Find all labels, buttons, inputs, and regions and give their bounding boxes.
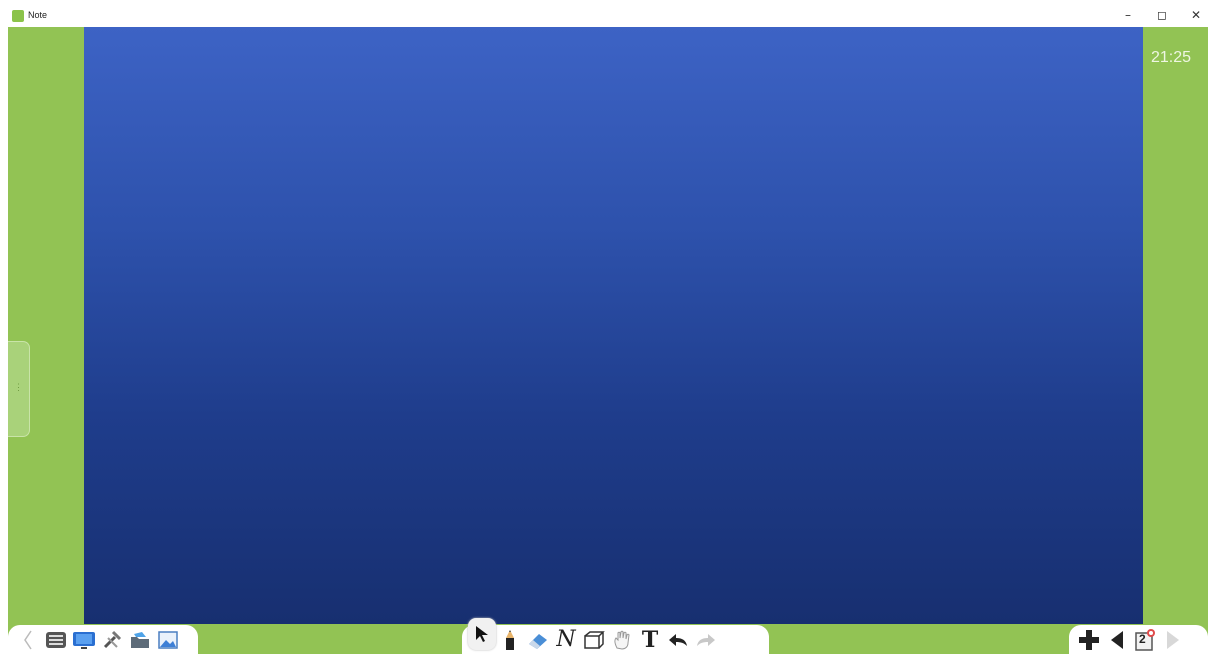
window-title: Note bbox=[28, 10, 48, 20]
maximize-button[interactable]: ◻ bbox=[1152, 6, 1172, 24]
prev-arrow-icon[interactable] bbox=[14, 627, 42, 653]
hand-icon[interactable] bbox=[608, 627, 636, 653]
add-page-icon[interactable] bbox=[1075, 627, 1103, 653]
previous-page-icon[interactable] bbox=[1103, 627, 1131, 653]
select-icon[interactable] bbox=[468, 617, 496, 650]
screen-icon[interactable] bbox=[70, 627, 98, 653]
page-count: 2 bbox=[1139, 631, 1146, 646]
image-gallery-icon[interactable] bbox=[154, 627, 182, 653]
redo-icon[interactable] bbox=[692, 627, 720, 653]
drag-handle-icon: ⋮ bbox=[14, 382, 23, 392]
close-button[interactable]: ✕ bbox=[1186, 6, 1206, 24]
left-toolbar bbox=[8, 625, 198, 654]
title-bar: Note – ◻ ✕ bbox=[0, 0, 1208, 27]
text-icon[interactable]: T bbox=[636, 627, 664, 653]
open-folder-icon[interactable] bbox=[126, 627, 154, 653]
shape-3d-icon[interactable] bbox=[580, 627, 608, 653]
side-panel-handle[interactable]: ⋮ bbox=[8, 341, 30, 437]
drawing-toolbar: N T bbox=[462, 617, 769, 654]
page-toolbar: 2 bbox=[1069, 625, 1208, 654]
undo-icon[interactable] bbox=[664, 627, 692, 653]
curve-icon[interactable]: N bbox=[552, 627, 580, 653]
eraser-icon[interactable] bbox=[524, 627, 552, 653]
app-icon bbox=[12, 10, 24, 22]
pen-icon[interactable] bbox=[496, 627, 524, 653]
page-list-icon[interactable]: 2 bbox=[1131, 627, 1159, 653]
app-area: 21:25 ⋮ N T 2 bbox=[8, 27, 1208, 654]
menu-icon[interactable] bbox=[42, 627, 70, 653]
whiteboard-canvas[interactable] bbox=[84, 27, 1143, 624]
tools-icon[interactable] bbox=[98, 627, 126, 653]
minimize-button[interactable]: – bbox=[1118, 6, 1138, 24]
clock: 21:25 bbox=[1151, 49, 1192, 66]
next-page-icon[interactable] bbox=[1159, 627, 1187, 653]
